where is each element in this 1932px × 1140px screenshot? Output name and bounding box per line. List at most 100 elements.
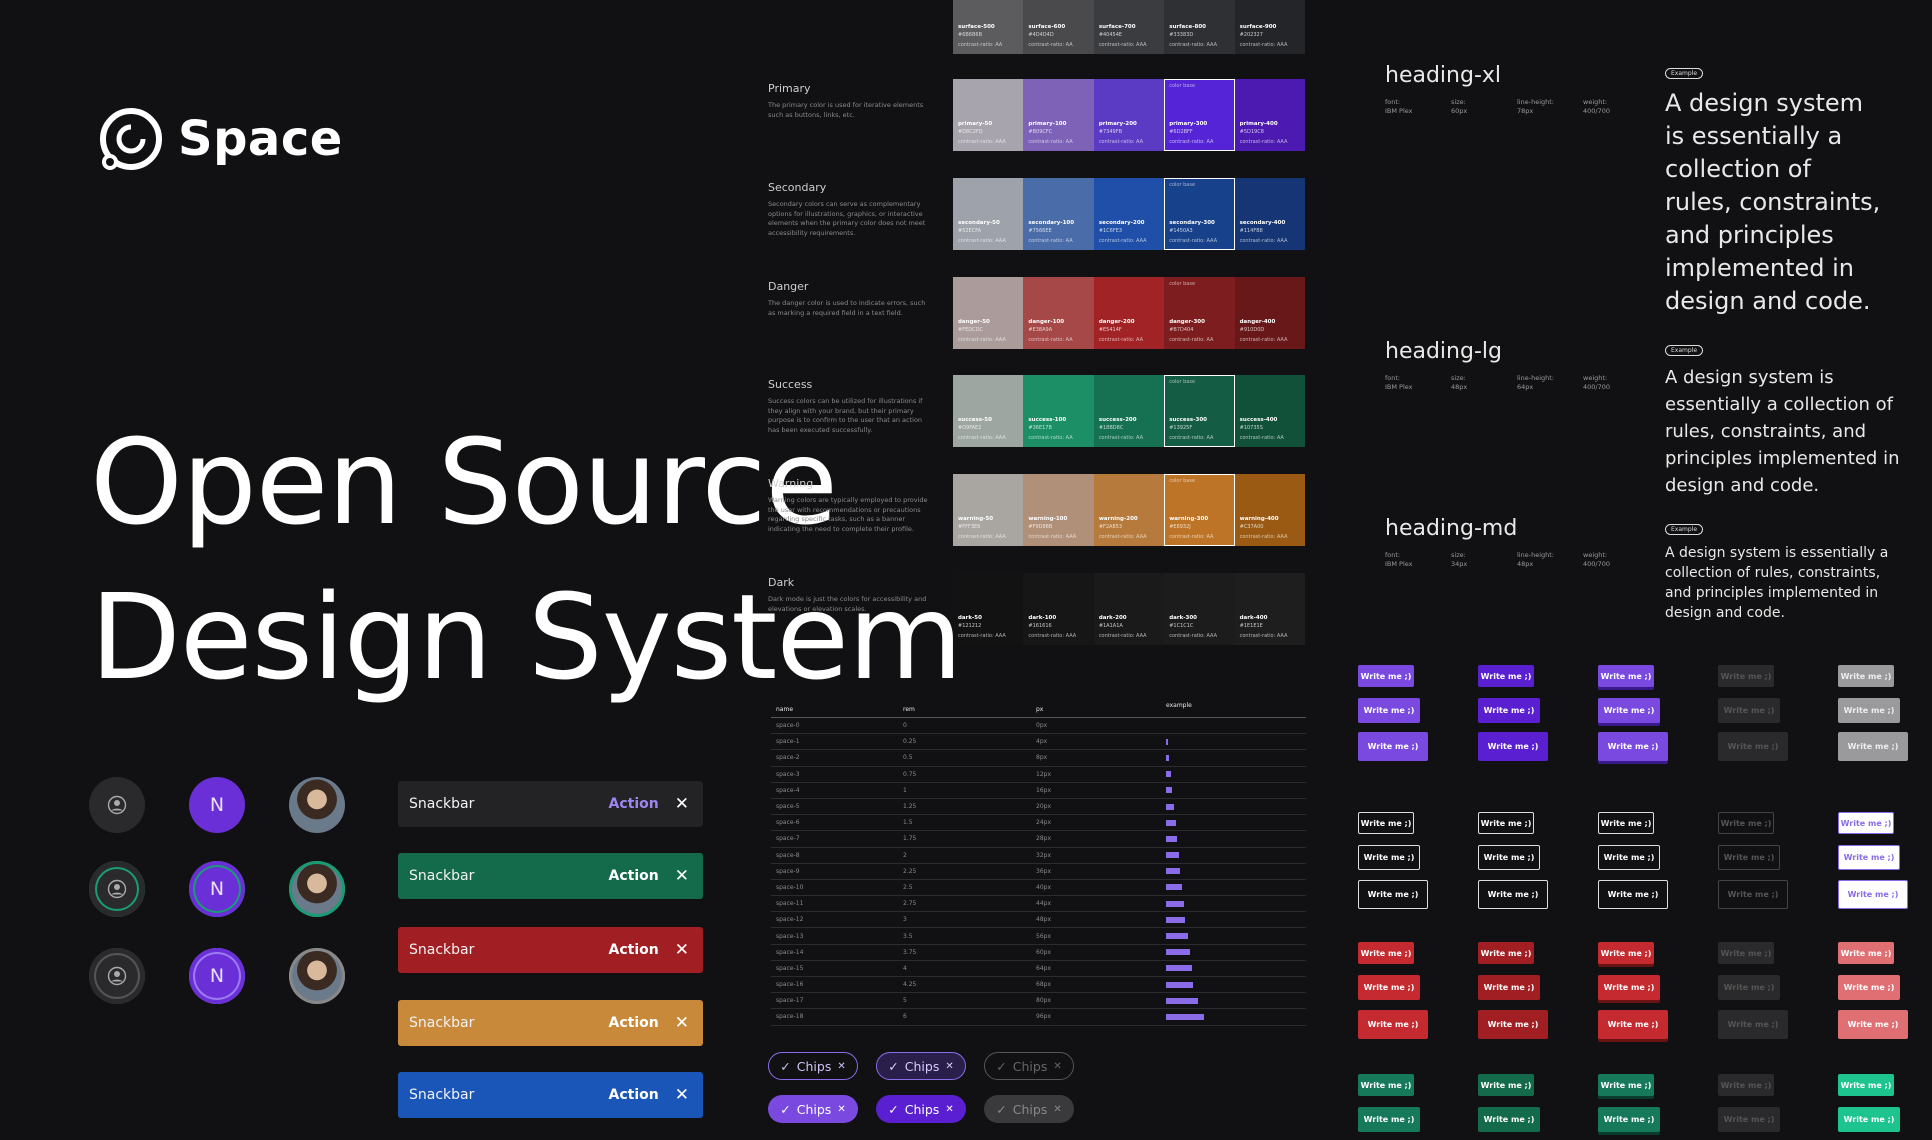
color-swatch: danger-400 #910D0D contrast-ratio: AAA [1234,277,1306,349]
chip[interactable]: ✓ Chips ✕ [768,1052,858,1080]
cell-rem: 1 [903,786,907,794]
write-me-button[interactable]: Write me ;) [1478,812,1534,834]
avatar-initial-outline[interactable]: N [189,948,245,1004]
close-icon[interactable]: ✕ [837,1061,845,1072]
close-icon[interactable]: ✕ [675,867,689,885]
write-me-button[interactable]: Write me ;) [1598,812,1654,834]
write-me-button[interactable]: Write me ;) [1358,845,1420,870]
avatar-photo[interactable] [289,777,345,833]
write-me-button[interactable]: Write me ;) [1358,665,1414,687]
close-icon[interactable]: ✕ [1053,1061,1061,1072]
write-me-button[interactable]: Write me ;) [1718,1074,1774,1096]
write-me-button[interactable]: Write me ;) [1598,732,1668,761]
swatch-contrast: contrast-ratio: AAA [1098,42,1147,48]
color-swatch: color base danger-300 #B7D404 contrast-rati… [1164,277,1235,349]
color-swatch: primary-400 #5D19C8 contrast-ratio: AAA [1234,79,1306,151]
write-me-button[interactable]: Write me ;) [1598,1010,1668,1039]
close-icon[interactable]: ✕ [675,1086,689,1104]
write-me-button[interactable]: Write me ;) [1358,698,1420,723]
close-icon[interactable]: ✕ [837,1104,845,1115]
write-me-button[interactable]: Write me ;) [1598,1107,1660,1132]
write-me-button[interactable]: Write me ;) [1478,1010,1548,1039]
write-me-button[interactable]: Write me ;) [1478,845,1540,870]
write-me-button[interactable]: Write me ;) [1598,1074,1654,1096]
chip[interactable]: ✓ Chips ✕ [984,1052,1074,1080]
write-me-button[interactable]: Write me ;) [1358,1010,1428,1039]
write-me-button[interactable]: Write me ;) [1478,942,1534,964]
chip[interactable]: ✓ Chips ✕ [768,1095,858,1123]
write-me-button[interactable]: Write me ;) [1718,880,1788,909]
snackbar-action-button[interactable]: Action [609,868,659,884]
write-me-button[interactable]: Write me ;) [1478,732,1548,761]
avatar-photo-outline[interactable] [289,948,345,1004]
write-me-button[interactable]: Write me ;) [1478,665,1534,687]
write-me-button[interactable]: Write me ;) [1358,1107,1420,1132]
chip[interactable]: ✓ Chips ✕ [876,1052,966,1080]
write-me-button[interactable]: Write me ;) [1718,698,1780,723]
write-me-button[interactable]: Write me ;) [1838,975,1900,1000]
swatch-name: success-100 [1028,417,1067,423]
write-me-button[interactable]: Write me ;) [1838,1010,1908,1039]
cell-rem: 4.25 [903,981,917,989]
close-icon[interactable]: ✕ [1053,1104,1061,1115]
write-me-button[interactable]: Write me ;) [1718,665,1774,687]
chip[interactable]: ✓ Chips ✕ [984,1095,1074,1123]
write-me-button[interactable]: Write me ;) [1838,665,1894,687]
close-icon[interactable]: ✕ [675,795,689,813]
avatar-initial[interactable]: N [189,777,245,833]
write-me-button[interactable]: Write me ;) [1478,1107,1540,1132]
swatch-hex: #E5414F [1098,327,1122,333]
write-me-button[interactable]: Write me ;) [1478,975,1540,1000]
write-me-button[interactable]: Write me ;) [1478,698,1540,723]
snackbar-action-button[interactable]: Action [609,942,659,958]
avatar-placeholder-ring[interactable] [89,861,145,917]
cell-rem: 0.5 [903,754,913,762]
chip[interactable]: ✓ Chips ✕ [876,1095,966,1123]
write-me-button[interactable]: Write me ;) [1358,1074,1414,1096]
write-me-button[interactable]: Write me ;) [1838,942,1894,964]
snackbar-action-button[interactable]: Action [609,1087,659,1103]
write-me-button[interactable]: Write me ;) [1598,975,1660,1000]
write-me-button[interactable]: Write me ;) [1718,845,1780,870]
write-me-button[interactable]: Write me ;) [1478,880,1548,909]
avatar-placeholder[interactable] [89,777,145,833]
close-icon[interactable]: ✕ [945,1061,953,1072]
write-me-button[interactable]: Write me ;) [1598,665,1654,687]
write-me-button[interactable]: Write me ;) [1358,732,1428,761]
close-icon[interactable]: ✕ [675,941,689,959]
write-me-button[interactable]: Write me ;) [1358,880,1428,909]
write-me-button[interactable]: Write me ;) [1718,732,1788,761]
close-icon[interactable]: ✕ [945,1104,953,1115]
cell-example [1166,977,1306,992]
write-me-button[interactable]: Write me ;) [1718,1107,1780,1132]
avatar-photo-ring[interactable] [289,861,345,917]
write-me-button[interactable]: Write me ;) [1718,812,1774,834]
swatch-contrast: contrast-ratio: AA [1098,337,1144,343]
close-icon[interactable]: ✕ [675,1014,689,1032]
type-meta-column: weight: 400/700 [1583,551,1649,569]
write-me-button[interactable]: Write me ;) [1838,698,1900,723]
write-me-button[interactable]: Write me ;) [1838,880,1908,909]
write-me-button[interactable]: Write me ;) [1478,1074,1534,1096]
write-me-button[interactable]: Write me ;) [1598,845,1660,870]
snackbar-action-button[interactable]: Action [609,1015,659,1031]
write-me-button[interactable]: Write me ;) [1718,975,1780,1000]
write-me-button[interactable]: Write me ;) [1838,732,1908,761]
write-me-button[interactable]: Write me ;) [1718,1010,1788,1039]
table-row: space-5 1.25 20px [771,799,1306,816]
write-me-button[interactable]: Write me ;) [1838,845,1900,870]
spacing-bar [1166,981,1194,988]
write-me-button[interactable]: Write me ;) [1358,812,1414,834]
write-me-button[interactable]: Write me ;) [1358,975,1420,1000]
write-me-button[interactable]: Write me ;) [1598,880,1668,909]
write-me-button[interactable]: Write me ;) [1838,1107,1900,1132]
snackbar-action-button[interactable]: Action [609,796,659,812]
write-me-button[interactable]: Write me ;) [1598,942,1654,964]
write-me-button[interactable]: Write me ;) [1718,942,1774,964]
write-me-button[interactable]: Write me ;) [1358,942,1414,964]
write-me-button[interactable]: Write me ;) [1598,698,1660,723]
write-me-button[interactable]: Write me ;) [1838,812,1894,834]
avatar-initial-ring[interactable]: N [189,861,245,917]
avatar-placeholder-outline[interactable] [89,948,145,1004]
write-me-button[interactable]: Write me ;) [1838,1074,1894,1096]
